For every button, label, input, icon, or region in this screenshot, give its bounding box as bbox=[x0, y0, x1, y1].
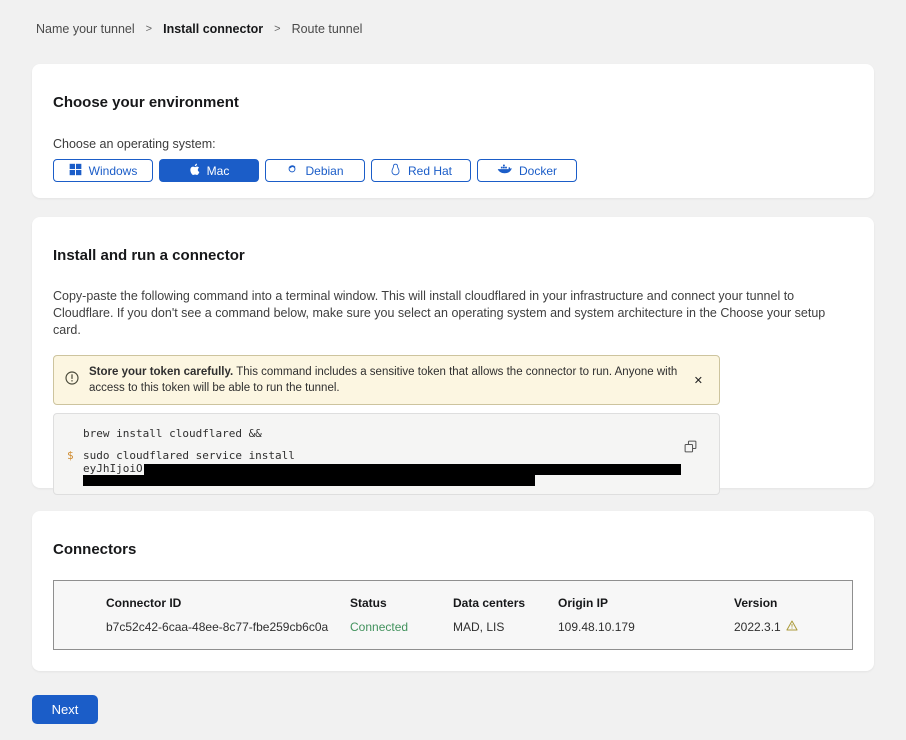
os-button-label: Debian bbox=[305, 164, 343, 178]
install-description: Copy-paste the following command into a … bbox=[53, 288, 848, 339]
token-warning-text: Store your token carefully. This command… bbox=[89, 364, 680, 396]
token-prefix: eyJhIjoiO bbox=[83, 462, 143, 475]
choose-environment-title: Choose your environment bbox=[53, 94, 853, 111]
os-select-label: Choose an operating system: bbox=[53, 137, 853, 151]
breadcrumb-separator: > bbox=[274, 23, 280, 35]
os-button-group: Windows Mac Debian bbox=[53, 159, 853, 182]
col-header-data-centers: Data centers bbox=[453, 596, 558, 610]
os-button-windows[interactable]: Windows bbox=[53, 159, 153, 182]
redacted-token-bar bbox=[83, 475, 535, 486]
shell-prompt: $ bbox=[67, 449, 74, 462]
code-line-token: eyJhIjoiO bbox=[54, 462, 719, 475]
col-header-status: Status bbox=[350, 596, 453, 610]
windows-icon bbox=[69, 163, 82, 179]
code-text: brew install cloudflared && bbox=[83, 427, 262, 440]
os-button-debian[interactable]: Debian bbox=[265, 159, 365, 182]
version-cell: 2022.3.1 bbox=[734, 620, 852, 634]
col-header-version: Version bbox=[734, 596, 852, 610]
os-button-label: Docker bbox=[519, 164, 557, 178]
breadcrumb-separator: > bbox=[146, 23, 152, 35]
code-line-brew: brew install cloudflared && bbox=[54, 427, 719, 440]
os-button-label: Windows bbox=[89, 164, 138, 178]
docker-icon bbox=[497, 163, 512, 178]
connector-table-row: b7c52c42-6caa-48ee-8c77-fbe259cb6c0a Con… bbox=[106, 620, 852, 634]
debian-icon bbox=[286, 163, 298, 178]
install-command-code-block: brew install cloudflared && $ sudo cloud… bbox=[53, 413, 720, 495]
page-background: { "breadcrumb": { "separator": ">", "ite… bbox=[0, 0, 906, 740]
copy-icon bbox=[684, 441, 697, 456]
code-line-spacer bbox=[54, 440, 719, 449]
info-circle-icon bbox=[65, 371, 79, 390]
x-icon: ✕ bbox=[694, 375, 703, 387]
choose-environment-card: Choose your environment Choose an operat… bbox=[32, 64, 874, 198]
install-connector-title: Install and run a connector bbox=[53, 247, 853, 264]
os-button-docker[interactable]: Docker bbox=[477, 159, 577, 182]
col-header-connector-id: Connector ID bbox=[106, 596, 350, 610]
breadcrumb-step-route-tunnel: Route tunnel bbox=[292, 22, 363, 36]
os-button-label: Mac bbox=[207, 164, 230, 178]
next-button[interactable]: Next bbox=[32, 695, 98, 724]
warning-triangle-icon bbox=[786, 620, 798, 634]
banner-close-button[interactable]: ✕ bbox=[690, 374, 707, 387]
code-line-token-continued bbox=[54, 475, 719, 486]
breadcrumb: Name your tunnel > Install connector > R… bbox=[32, 22, 874, 36]
code-text: sudo cloudflared service install bbox=[83, 449, 295, 462]
breadcrumb-step-install-connector: Install connector bbox=[163, 22, 263, 36]
breadcrumb-step-name-your-tunnel: Name your tunnel bbox=[36, 22, 135, 36]
token-warning-banner: Store your token carefully. This command… bbox=[53, 355, 720, 405]
os-button-label: Red Hat bbox=[408, 164, 452, 178]
col-header-origin-ip: Origin IP bbox=[558, 596, 734, 610]
origin-ip-cell: 109.48.10.179 bbox=[558, 620, 734, 634]
connectors-title: Connectors bbox=[53, 541, 853, 558]
install-connector-card: Install and run a connector Copy-paste t… bbox=[32, 217, 874, 488]
data-centers-cell: MAD, LIS bbox=[453, 620, 558, 634]
os-button-mac[interactable]: Mac bbox=[159, 159, 259, 182]
redacted-token-bar bbox=[144, 464, 681, 475]
copy-command-button[interactable] bbox=[684, 440, 697, 453]
apple-icon bbox=[189, 163, 200, 179]
code-line-install: $ sudo cloudflared service install bbox=[54, 449, 719, 462]
page: Name your tunnel > Install connector > R… bbox=[0, 0, 906, 724]
connectors-card: Connectors Connector ID Status Data cent… bbox=[32, 511, 874, 671]
os-button-redhat[interactable]: Red Hat bbox=[371, 159, 471, 182]
token-warning-title: Store your token carefully. bbox=[89, 366, 233, 378]
connectors-table: Connector ID Status Data centers Origin … bbox=[53, 580, 853, 650]
redhat-icon bbox=[390, 163, 401, 179]
connector-id-cell: b7c52c42-6caa-48ee-8c77-fbe259cb6c0a bbox=[106, 620, 350, 634]
version-value: 2022.3.1 bbox=[734, 620, 781, 634]
status-badge: Connected bbox=[350, 620, 453, 634]
connectors-table-header: Connector ID Status Data centers Origin … bbox=[106, 596, 852, 610]
